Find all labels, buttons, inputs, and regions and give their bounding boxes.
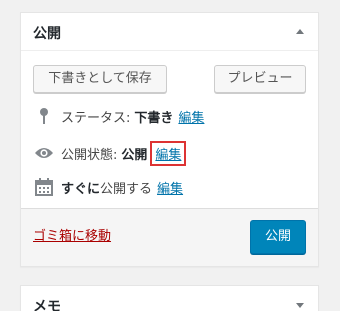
schedule-label: 公開する	[100, 181, 153, 197]
memo-box: メモ	[20, 285, 319, 311]
move-to-trash-link[interactable]: ゴミ箱に移動	[33, 225, 111, 244]
visibility-value: 公開	[121, 147, 148, 163]
preview-button[interactable]: プレビュー	[214, 65, 306, 93]
status-label: ステータス:	[61, 110, 131, 126]
schedule-row: すぐに 公開する 編集	[33, 177, 183, 197]
collapse-arrow-icon[interactable]	[296, 29, 304, 34]
publish-box-header[interactable]: 公開	[21, 13, 318, 51]
save-draft-button[interactable]: 下書きとして保存	[33, 65, 167, 93]
publish-button[interactable]: 公開	[250, 220, 306, 254]
edit-status-link[interactable]: 編集	[178, 107, 204, 126]
edit-visibility-link[interactable]: 編集	[150, 140, 187, 166]
publish-box: 公開 下書きとして保存 プレビュー ステータス: 下書き 編集 公開状態: 公開…	[20, 12, 319, 267]
memo-box-title: メモ	[33, 299, 61, 311]
publish-actions: ゴミ箱に移動 公開	[21, 208, 318, 266]
calendar-icon	[33, 178, 55, 196]
expand-arrow-icon[interactable]	[296, 303, 304, 308]
eye-icon	[33, 144, 55, 162]
pin-icon	[33, 107, 55, 125]
schedule-value: すぐに	[61, 181, 101, 197]
visibility-label: 公開状態:	[61, 147, 118, 163]
status-value: 下書き	[134, 110, 174, 126]
status-row: ステータス: 下書き 編集	[33, 106, 204, 126]
memo-box-header[interactable]: メモ	[21, 286, 318, 311]
visibility-row: 公開状態: 公開 編集	[33, 140, 187, 166]
publish-box-title: 公開	[33, 26, 61, 42]
edit-schedule-link[interactable]: 編集	[157, 178, 183, 197]
